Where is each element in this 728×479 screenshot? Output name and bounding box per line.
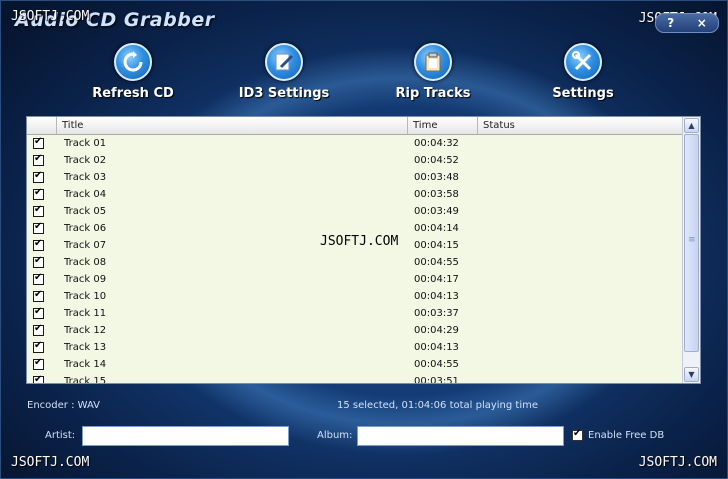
track-checkbox[interactable] bbox=[33, 153, 44, 166]
track-title: Track 04 bbox=[64, 189, 107, 200]
track-title: Track 14 bbox=[64, 359, 107, 370]
table-row[interactable]: Track 01 00:04:32 bbox=[27, 135, 683, 152]
track-time: 00:04:13 bbox=[414, 342, 459, 353]
close-button[interactable]: × bbox=[697, 16, 707, 30]
track-time: 00:03:37 bbox=[414, 308, 459, 319]
selection-summary: 15 selected, 01:04:06 total playing time bbox=[337, 400, 539, 411]
help-button[interactable]: ? bbox=[667, 16, 674, 30]
settings-button[interactable]: Settings bbox=[549, 43, 617, 101]
header-title[interactable]: Title bbox=[57, 117, 408, 134]
track-time: 00:04:14 bbox=[414, 223, 459, 234]
track-checkbox[interactable] bbox=[33, 221, 44, 234]
track-checkbox[interactable] bbox=[33, 136, 44, 149]
table-row[interactable]: Track 08 00:04:55 bbox=[27, 254, 683, 271]
scroll-thumb[interactable] bbox=[684, 134, 699, 352]
track-title: Track 15 bbox=[64, 376, 107, 384]
track-checkbox[interactable] bbox=[33, 340, 44, 353]
track-time: 00:03:49 bbox=[414, 206, 459, 217]
track-title: Track 01 bbox=[64, 138, 107, 149]
track-checkbox[interactable] bbox=[33, 289, 44, 302]
track-time: 00:03:51 bbox=[414, 376, 459, 384]
watermark-bottom-right: JSOFTJ.COM bbox=[638, 455, 717, 470]
table-row[interactable]: Track 13 00:04:13 bbox=[27, 339, 683, 356]
table-row[interactable]: Track 09 00:04:17 bbox=[27, 271, 683, 288]
track-rows: Track 01 00:04:32 Track 02 00:04:52 Track … bbox=[27, 135, 683, 384]
encoder-status: Encoder : WAV bbox=[27, 400, 100, 411]
track-checkbox[interactable] bbox=[33, 357, 44, 370]
track-checkbox[interactable] bbox=[33, 170, 44, 183]
track-time: 00:04:17 bbox=[414, 274, 459, 285]
track-list[interactable]: Title Time Status Track 01 00:04:32 Track… bbox=[26, 116, 701, 384]
track-time: 00:04:13 bbox=[414, 291, 459, 302]
header-time[interactable]: Time bbox=[408, 117, 478, 134]
settings-label: Settings bbox=[552, 86, 614, 101]
table-row[interactable]: Track 02 00:04:52 bbox=[27, 152, 683, 169]
enable-free-db-label[interactable]: Enable Free DB bbox=[588, 430, 664, 441]
track-title: Track 12 bbox=[64, 325, 107, 336]
track-checkbox[interactable] bbox=[33, 306, 44, 319]
table-row[interactable]: Track 05 00:03:49 bbox=[27, 203, 683, 220]
track-time: 00:04:55 bbox=[414, 257, 459, 268]
track-title: Track 05 bbox=[64, 206, 107, 217]
header-check-column[interactable] bbox=[27, 117, 57, 134]
rip-tracks-button[interactable]: Rip Tracks bbox=[393, 43, 473, 101]
rip-tracks-label: Rip Tracks bbox=[395, 86, 471, 101]
edit-icon bbox=[265, 43, 303, 81]
track-title: Track 02 bbox=[64, 155, 107, 166]
table-row[interactable]: Track 03 00:03:48 bbox=[27, 169, 683, 186]
track-checkbox[interactable] bbox=[33, 374, 44, 383]
track-time: 00:04:15 bbox=[414, 240, 459, 251]
toolbar: Refresh CD ID3 Settings Rip Tracks Setti… bbox=[1, 37, 727, 111]
track-time: 00:04:55 bbox=[414, 359, 459, 370]
tools-icon bbox=[564, 43, 602, 81]
track-time: 00:04:29 bbox=[414, 325, 459, 336]
table-row[interactable]: Track 10 00:04:13 bbox=[27, 288, 683, 305]
table-row[interactable]: Track 15 00:03:51 bbox=[27, 373, 683, 384]
track-list-scrollbar[interactable]: ▲ ▼ bbox=[682, 117, 700, 383]
scroll-down-icon[interactable]: ▼ bbox=[684, 367, 699, 382]
track-title: Track 10 bbox=[64, 291, 107, 302]
track-title: Track 03 bbox=[64, 172, 107, 183]
header-status[interactable]: Status bbox=[478, 117, 683, 134]
track-list-header: Title Time Status bbox=[27, 117, 683, 135]
table-row[interactable]: Track 12 00:04:29 bbox=[27, 322, 683, 339]
table-row[interactable]: Track 04 00:03:58 bbox=[27, 186, 683, 203]
track-title: Track 08 bbox=[64, 257, 107, 268]
id3-settings-label: ID3 Settings bbox=[238, 86, 330, 101]
refresh-icon bbox=[114, 43, 152, 81]
watermark-top-left: JSOFTJ.COM bbox=[11, 9, 90, 24]
track-title: Track 11 bbox=[64, 308, 107, 319]
table-row[interactable]: Track 11 00:03:37 bbox=[27, 305, 683, 322]
window-controls: ? × bbox=[655, 13, 719, 33]
track-checkbox[interactable] bbox=[33, 238, 44, 251]
track-checkbox[interactable] bbox=[33, 255, 44, 268]
track-time: 00:04:32 bbox=[414, 138, 459, 149]
scroll-up-icon[interactable]: ▲ bbox=[684, 118, 699, 133]
clipboard-icon bbox=[414, 43, 452, 81]
track-title: Track 07 bbox=[64, 240, 107, 251]
track-checkbox[interactable] bbox=[33, 323, 44, 336]
refresh-cd-label: Refresh CD bbox=[92, 86, 174, 101]
artist-label: Artist: bbox=[45, 430, 76, 441]
track-checkbox[interactable] bbox=[33, 187, 44, 200]
enable-free-db-checkbox[interactable] bbox=[572, 428, 583, 441]
track-time: 00:03:48 bbox=[414, 172, 459, 183]
track-title: Track 06 bbox=[64, 223, 107, 234]
album-label: Album: bbox=[317, 430, 353, 441]
watermark-bottom-left: JSOFTJ.COM bbox=[11, 455, 90, 470]
app-window: Audio CD Grabber JSOFTJ.COM JSOFTJ.COM ?… bbox=[0, 0, 728, 479]
title-bar[interactable]: Audio CD Grabber JSOFTJ.COM JSOFTJ.COM ?… bbox=[1, 1, 727, 37]
track-title: Track 09 bbox=[64, 274, 107, 285]
album-input[interactable] bbox=[357, 426, 564, 446]
track-title: Track 13 bbox=[64, 342, 107, 353]
table-row[interactable]: Track 14 00:04:55 bbox=[27, 356, 683, 373]
track-checkbox[interactable] bbox=[33, 272, 44, 285]
track-time: 00:04:52 bbox=[414, 155, 459, 166]
track-time: 00:03:58 bbox=[414, 189, 459, 200]
id3-settings-button[interactable]: ID3 Settings bbox=[237, 43, 331, 101]
track-checkbox[interactable] bbox=[33, 204, 44, 217]
artist-input[interactable] bbox=[82, 426, 289, 446]
watermark-center: JSOFTJ.COM bbox=[320, 234, 399, 249]
refresh-cd-button[interactable]: Refresh CD bbox=[91, 43, 175, 101]
